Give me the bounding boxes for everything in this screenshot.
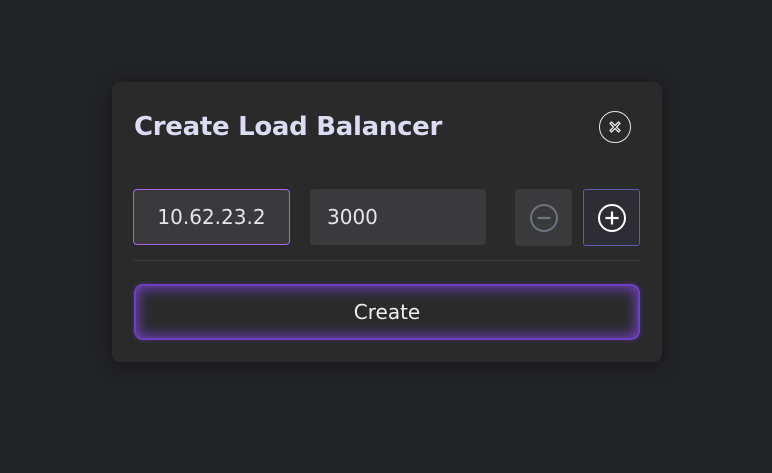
divider: [133, 260, 640, 261]
dialog-title: Create Load Balancer: [134, 112, 443, 142]
port-input[interactable]: 3000: [310, 189, 486, 245]
add-target-button[interactable]: [583, 189, 640, 246]
create-button[interactable]: Create: [134, 284, 640, 340]
remove-target-button[interactable]: [515, 189, 572, 246]
minus-circle-icon: [529, 203, 558, 232]
ip-address-input[interactable]: 10.62.23.2: [133, 189, 290, 245]
close-button[interactable]: [599, 111, 631, 143]
create-load-balancer-dialog: Create Load Balancer 10.62.23.2 3000 Cre…: [112, 82, 662, 362]
close-circle-icon: [609, 121, 621, 133]
plus-circle-icon: [597, 203, 626, 232]
